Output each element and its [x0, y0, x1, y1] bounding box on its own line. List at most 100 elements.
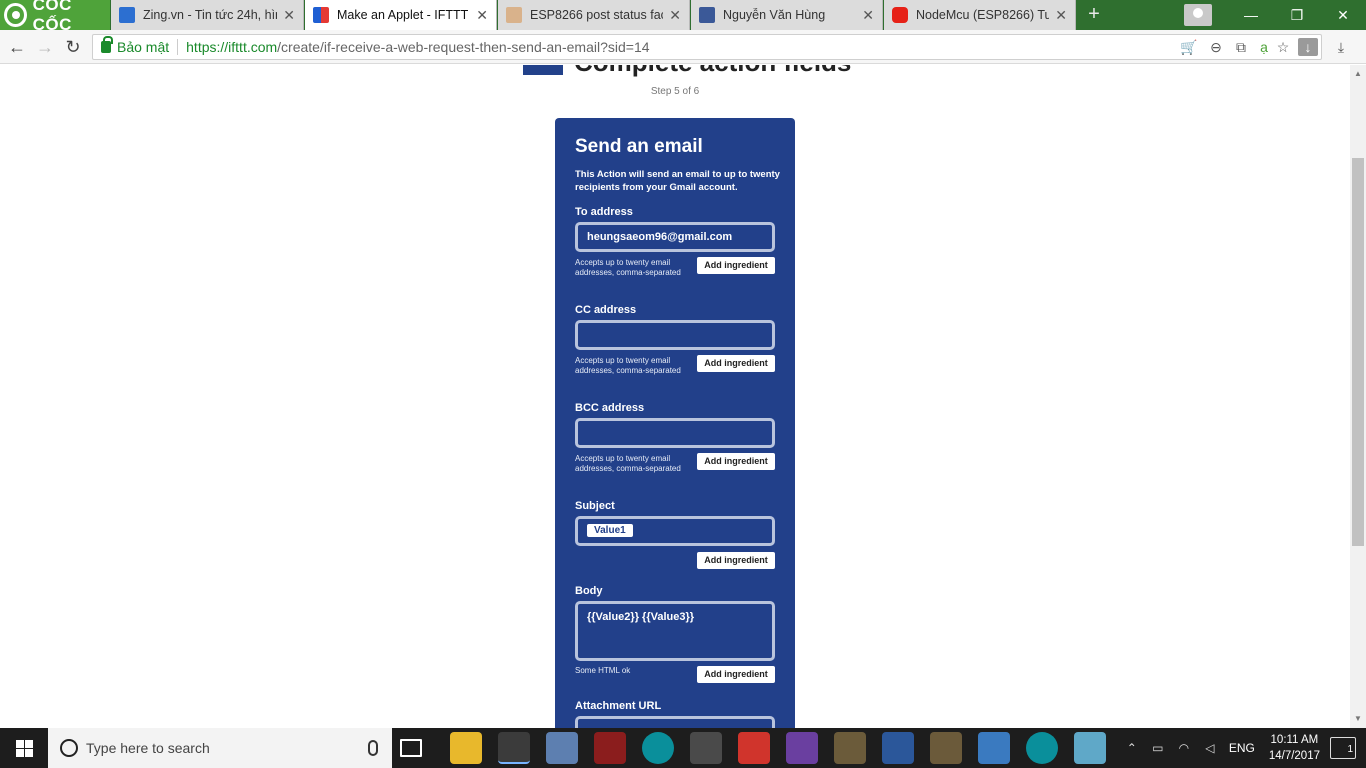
tab-facebook[interactable]: Nguyễn Văn Hùng ✕: [691, 0, 883, 30]
user-icon[interactable]: [1184, 4, 1212, 26]
cortana-icon: [60, 739, 78, 757]
lock-icon: [101, 36, 113, 53]
heading-icon: [523, 65, 563, 75]
cc-address-input[interactable]: [575, 320, 775, 350]
secure-label: Bảo mật: [117, 39, 170, 55]
youtube-favicon-icon: [892, 7, 908, 23]
add-ingredient-button[interactable]: Add ingredient: [697, 355, 775, 372]
scroll-down-icon[interactable]: ▼: [1350, 712, 1366, 726]
forward-icon[interactable]: →: [34, 36, 56, 58]
tab-title: ESP8266 post status faceb: [530, 8, 663, 22]
field-label: Attachment URL: [575, 700, 662, 712]
close-icon[interactable]: ✕: [476, 7, 488, 24]
page-scrollbar[interactable]: ▲ ▼: [1350, 65, 1366, 728]
tab-title: Nguyễn Văn Hùng: [723, 8, 826, 22]
scrollbar-thumb[interactable]: [1352, 158, 1364, 546]
coccoc-taskbar-icon[interactable]: [498, 732, 530, 764]
visual-studio-icon[interactable]: [786, 732, 818, 764]
ifttt-favicon-icon: [313, 7, 329, 23]
translate-icon[interactable]: ⧉: [1232, 38, 1250, 56]
typing-icon[interactable]: ạ: [1255, 38, 1273, 56]
download-media-icon[interactable]: ↓: [1298, 38, 1318, 56]
facebook-favicon-icon: [699, 7, 715, 23]
close-icon[interactable]: ✕: [669, 7, 681, 24]
app-icon[interactable]: [594, 732, 626, 764]
card-title: Send an email: [575, 136, 703, 157]
field-hint: Some HTML ok: [575, 666, 631, 675]
minimize-button[interactable]: —: [1228, 7, 1274, 23]
microphone-icon[interactable]: [368, 740, 378, 756]
separator: [177, 39, 179, 55]
app-icon[interactable]: [1074, 732, 1106, 764]
field-label: CC address: [575, 304, 637, 316]
browser-toolbar: ← → ↻ Bảo mật https://ifttt.com/create/i…: [0, 30, 1366, 64]
field-hint: Accepts up to twenty email addresses, co…: [575, 454, 681, 473]
zing-favicon-icon: [119, 7, 135, 23]
url-host: https://ifttt.com: [186, 39, 278, 55]
app-icon[interactable]: [738, 732, 770, 764]
tab-ifttt[interactable]: Make an Applet - IFTTT ✕: [305, 0, 497, 30]
browser-brand[interactable]: CỐC CỐC: [0, 0, 110, 34]
tab-title: Zing.vn - Tin tức 24h, hình: [143, 8, 278, 22]
windows-taskbar: Type here to search ⌃ ▭ ◠ ◁ ENG 10:11 AM…: [0, 728, 1366, 768]
reload-icon[interactable]: ↻: [62, 36, 84, 58]
tab-title: Make an Applet - IFTTT: [337, 8, 469, 22]
bookmark-star-icon[interactable]: ☆: [1274, 38, 1292, 56]
cart-icon[interactable]: 🛒: [1180, 38, 1198, 56]
battery-icon[interactable]: ▭: [1149, 741, 1167, 755]
notification-center-icon[interactable]: 1: [1330, 737, 1356, 759]
clock-time: 10:11 AM: [1270, 734, 1319, 746]
attachment-url-input[interactable]: [575, 716, 775, 728]
bcc-address-input[interactable]: [575, 418, 775, 448]
task-view-icon[interactable]: [400, 739, 422, 757]
back-icon[interactable]: ←: [6, 36, 28, 58]
ingredient-chip[interactable]: Value1: [587, 524, 633, 537]
tab-youtube[interactable]: NodeMcu (ESP8266) Tutor ✕: [884, 0, 1076, 30]
tab-zing[interactable]: Zing.vn - Tin tức 24h, hình ✕: [111, 0, 304, 30]
field-hint: Accepts up to twenty email addresses, co…: [575, 356, 681, 375]
app-icon[interactable]: [690, 732, 722, 764]
downloads-icon[interactable]: ⤓: [1332, 38, 1350, 56]
scroll-up-icon[interactable]: ▲: [1350, 67, 1366, 81]
card-description: This Action will send an email to up to …: [575, 169, 780, 193]
search-placeholder: Type here to search: [86, 740, 210, 756]
step-indicator: Step 5 of 6: [650, 86, 700, 97]
file-explorer-icon[interactable]: [450, 732, 482, 764]
language-indicator[interactable]: ENG: [1229, 741, 1255, 755]
app-icon[interactable]: [834, 732, 866, 764]
arduino-icon[interactable]: [1026, 732, 1058, 764]
tab-esp8266[interactable]: ESP8266 post status faceb ✕: [498, 0, 690, 30]
action-card: Send an email This Action will send an e…: [555, 118, 795, 728]
start-button[interactable]: [0, 728, 48, 768]
wifi-icon[interactable]: ◠: [1175, 741, 1193, 755]
restore-button[interactable]: ❐: [1274, 7, 1320, 24]
url-path: /create/if-receive-a-web-request-then-se…: [277, 39, 650, 55]
system-tray: ⌃ ▭ ◠ ◁ ENG 10:11 AM 14/7/2017 1: [1119, 728, 1366, 768]
new-tab-button[interactable]: +: [1084, 4, 1104, 24]
add-ingredient-button[interactable]: Add ingredient: [697, 257, 775, 274]
taskbar-search[interactable]: Type here to search: [48, 728, 392, 768]
tab-title: NodeMcu (ESP8266) Tutor: [916, 8, 1050, 22]
to-address-input[interactable]: heungsaeom96@gmail.com: [575, 222, 775, 252]
add-ingredient-button[interactable]: Add ingredient: [697, 666, 775, 683]
chevron-up-icon[interactable]: ⌃: [1123, 741, 1141, 755]
close-icon[interactable]: ✕: [283, 7, 295, 24]
paint-icon[interactable]: [546, 732, 578, 764]
close-icon[interactable]: ✕: [862, 7, 874, 24]
add-ingredient-button[interactable]: Add ingredient: [697, 552, 775, 569]
volume-icon[interactable]: ◁: [1201, 741, 1219, 755]
close-icon[interactable]: ✕: [1055, 7, 1067, 24]
clock[interactable]: 10:11 AM 14/7/2017: [1269, 732, 1320, 764]
address-bar[interactable]: Bảo mật https://ifttt.com/create/if-rece…: [92, 34, 1322, 60]
body-textarea[interactable]: {{Value2}} {{Value3}}: [575, 601, 775, 661]
app-icon[interactable]: [930, 732, 962, 764]
add-ingredient-button[interactable]: Add ingredient: [697, 453, 775, 470]
word-icon[interactable]: [882, 732, 914, 764]
zoom-icon[interactable]: ⊖: [1207, 38, 1225, 56]
field-label: BCC address: [575, 402, 645, 414]
arduino-icon[interactable]: [642, 732, 674, 764]
page-favicon-icon: [506, 7, 522, 23]
app-icon[interactable]: [978, 732, 1010, 764]
subject-input[interactable]: Value1: [575, 516, 775, 546]
close-window-button[interactable]: ✕: [1320, 7, 1366, 24]
